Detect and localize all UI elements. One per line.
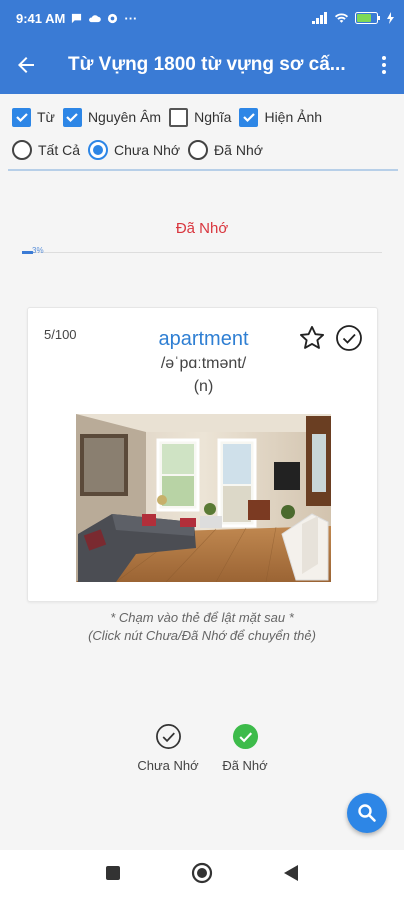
chat-icon	[71, 13, 82, 24]
filter-divider	[8, 169, 398, 171]
status-bar: 9:41 AM ···	[0, 0, 404, 36]
checkbox-label: Hiện Ảnh	[264, 109, 323, 125]
vocab-word: apartment	[158, 328, 249, 350]
more-vertical-icon	[382, 56, 386, 74]
home-circle-icon	[191, 862, 213, 883]
recents-button[interactable]	[105, 865, 121, 886]
home-button[interactable]	[191, 862, 213, 889]
checkbox-meaning[interactable]: Nghĩa	[169, 107, 232, 127]
system-nav-bar	[0, 850, 404, 900]
memory-status-label: Đã Nhớ	[175, 220, 229, 237]
check-circle-outline-icon	[336, 325, 362, 351]
mark-remembered-button[interactable]	[335, 324, 363, 352]
search-icon	[358, 804, 376, 822]
battery-icon	[355, 12, 381, 24]
radio-unselected-icon	[12, 140, 32, 160]
check-circle-outline-icon	[155, 723, 182, 750]
back-nav-button[interactable]	[283, 864, 299, 887]
signal-icon	[312, 12, 328, 24]
arrow-left-icon	[18, 57, 34, 73]
phonetic-text: /əˈpɑːtmənt/	[160, 355, 247, 372]
app-bar: Từ Vựng 1800 từ vựng sơ cấ...	[0, 36, 404, 94]
favorite-star-button[interactable]	[298, 324, 326, 352]
square-icon	[106, 865, 120, 880]
flip-hint: * Chạm vào thẻ để lật mặt sau * (Click n…	[0, 609, 404, 645]
radio-selected-icon	[88, 140, 109, 160]
radio-all[interactable]: Tất Cả	[12, 140, 80, 160]
not-remembered-label: Chưa Nhớ	[137, 758, 199, 773]
charging-icon	[387, 12, 394, 24]
triangle-back-icon	[284, 864, 298, 881]
radio-label: Đã Nhớ	[214, 142, 263, 158]
progress-percent: 3%	[32, 246, 44, 255]
hint-line-2: (Click nút Chưa/Đã Nhớ để chuyển thẻ)	[88, 628, 316, 643]
checkbox-label: Từ	[37, 109, 55, 125]
remembered-label: Đã Nhớ	[222, 758, 268, 773]
wifi-icon	[334, 12, 349, 24]
star-outline-icon	[299, 325, 325, 349]
checkbox-checked-icon	[12, 107, 31, 127]
flashcard[interactable]: 5/100 apartment /əˈpɑːtmənt/ (n)	[27, 307, 378, 602]
checkbox-unchecked-icon	[169, 107, 189, 127]
part-of-speech: (n)	[193, 378, 214, 395]
checkbox-checked-icon	[239, 107, 259, 127]
remembered-button[interactable]: Đã Nhớ	[205, 723, 285, 773]
overflow-menu-button[interactable]	[364, 36, 404, 94]
checkbox-show-image[interactable]: Hiện Ảnh	[239, 107, 323, 127]
display-options-row: Từ Nguyên Âm Nghĩa Hiện Ảnh	[12, 104, 330, 130]
checkbox-vowel[interactable]: Nguyên Âm	[62, 107, 162, 127]
hint-line-1: * Chạm vào thẻ để lật mặt sau *	[110, 610, 294, 625]
checkbox-label: Nguyên Âm	[87, 109, 162, 125]
radio-remembered[interactable]: Đã Nhớ	[188, 140, 263, 160]
check-circle-filled-icon	[232, 723, 259, 750]
radio-label: Tất Cả	[38, 142, 81, 158]
back-button[interactable]	[0, 36, 52, 94]
page-title: Từ Vựng 1800 từ vựng sơ cấ...	[68, 54, 346, 75]
search-fab[interactable]	[347, 793, 387, 833]
progress-bar	[22, 251, 382, 254]
checkbox-word[interactable]: Từ	[12, 107, 55, 127]
radio-label: Chưa Nhớ	[114, 142, 181, 158]
status-time: 9:41 AM	[16, 10, 66, 26]
radio-unselected-icon	[188, 140, 209, 160]
status-more-dots: ···	[124, 10, 138, 26]
checkbox-checked-icon	[62, 107, 82, 127]
not-remembered-button[interactable]: Chưa Nhớ	[128, 723, 208, 773]
vocab-image	[76, 414, 331, 582]
cloud-icon	[88, 14, 102, 23]
app-icon	[107, 13, 118, 24]
filter-radio-row: Tất Cả Chưa Nhớ Đã Nhớ	[12, 137, 271, 163]
radio-not-remembered[interactable]: Chưa Nhớ	[88, 140, 180, 160]
checkbox-label: Nghĩa	[194, 109, 232, 125]
